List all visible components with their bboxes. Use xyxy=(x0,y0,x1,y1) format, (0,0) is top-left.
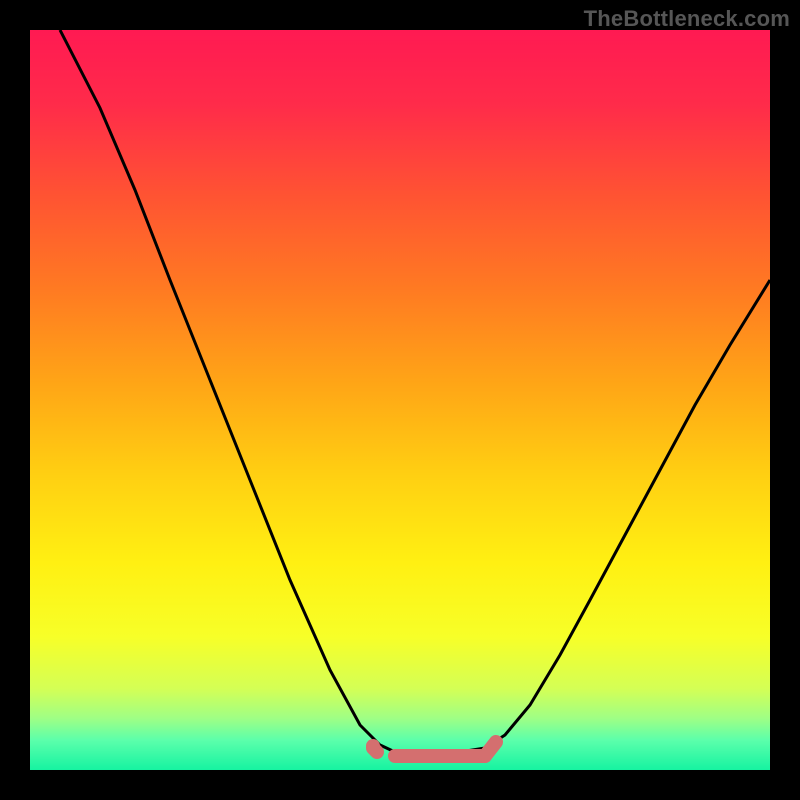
chart-frame: TheBottleneck.com xyxy=(0,0,800,800)
curve-layer xyxy=(30,30,770,770)
plot-area xyxy=(30,30,770,770)
bottleneck-curve xyxy=(60,30,770,752)
watermark-text: TheBottleneck.com xyxy=(584,6,790,32)
